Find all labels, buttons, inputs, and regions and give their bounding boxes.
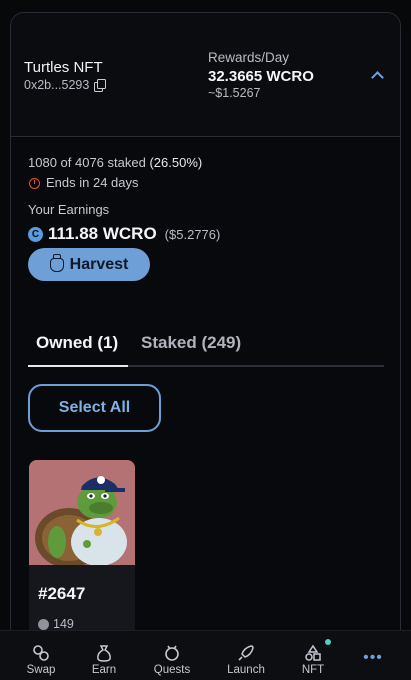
- rewards-value: 32.3665 WCRO: [208, 68, 314, 85]
- pool-card: Turtles NFT 0x2b...5293 Rewards/Day 32.3…: [10, 12, 401, 652]
- staking-stats: 1080 of 4076 staked (26.50%) Ends in 24 …: [28, 153, 378, 245]
- coin-icon: [38, 618, 49, 630]
- nav-item-nft[interactable]: NFT: [283, 631, 343, 680]
- money-bag-icon: [97, 645, 111, 662]
- turtle-artwork: [29, 460, 135, 568]
- nft-image: [29, 460, 135, 568]
- earnings-amount: 111.88 WCRO: [48, 224, 157, 243]
- ends-text: Ends in 24 days: [46, 175, 139, 190]
- nft-value: 149: [53, 617, 74, 631]
- nft-card[interactable]: #2647 149: [29, 460, 135, 640]
- rocket-icon: [238, 645, 254, 661]
- nav-item-launch[interactable]: Launch: [216, 631, 276, 680]
- nft-meta: 149: [38, 617, 74, 631]
- earnings-usd: ($5.2776): [164, 226, 221, 242]
- shapes-icon: [305, 644, 321, 661]
- cro-token-icon: C: [28, 226, 43, 242]
- tab-staked[interactable]: Staked (249): [141, 333, 241, 363]
- nft-id: #2647: [38, 584, 86, 603]
- pool-address-row: 0x2b...5293: [24, 78, 107, 92]
- swap-icon: [33, 645, 49, 661]
- nav-label-earn: Earn: [91, 664, 117, 676]
- pool-name: Turtles NFT: [24, 59, 103, 76]
- bottom-nav: Swap Earn Quests Launch NFT •••: [0, 630, 411, 680]
- earnings-label: Your Earnings: [28, 202, 110, 217]
- nav-item-earn[interactable]: Earn: [74, 631, 134, 680]
- chevron-up-icon[interactable]: [371, 71, 384, 84]
- nav-item-swap[interactable]: Swap: [11, 631, 71, 680]
- quests-icon: [165, 645, 179, 661]
- nav-label-quests: Quests: [153, 664, 191, 676]
- pool-header[interactable]: Turtles NFT 0x2b...5293 Rewards/Day 32.3…: [11, 13, 400, 137]
- nav-label-launch: Launch: [227, 664, 265, 676]
- nav-item-more[interactable]: •••: [343, 631, 403, 680]
- staked-text: 1080 of 4076 staked: [28, 155, 146, 170]
- timer-icon: [29, 177, 40, 189]
- rewards-usd: ~$1.5267: [208, 86, 261, 100]
- staked-percent: (26.50%): [149, 155, 203, 170]
- ends-row: Ends in 24 days: [28, 173, 378, 193]
- earnings-row: C 111.88 WCRO ($5.2776): [28, 223, 378, 245]
- more-icon: •••: [363, 649, 383, 666]
- select-all-button[interactable]: Select All: [28, 384, 161, 432]
- copy-icon[interactable]: [94, 79, 107, 92]
- nav-label-nft: NFT: [301, 664, 325, 676]
- rewards-label: Rewards/Day: [208, 50, 290, 65]
- staked-count: 1080 of 4076 staked (26.50%): [28, 153, 378, 173]
- harvest-button[interactable]: Harvest: [28, 248, 150, 281]
- nft-tabs: Owned (1) Staked (249): [28, 327, 384, 367]
- pool-address: 0x2b...5293: [24, 78, 90, 92]
- harvest-label: Harvest: [69, 255, 129, 273]
- nav-label-swap: Swap: [26, 664, 56, 676]
- nav-item-quests[interactable]: Quests: [142, 631, 202, 680]
- active-tab-indicator: [28, 365, 128, 367]
- notification-dot: [325, 639, 331, 645]
- tab-owned[interactable]: Owned (1): [36, 333, 118, 363]
- money-bag-icon: [49, 253, 64, 272]
